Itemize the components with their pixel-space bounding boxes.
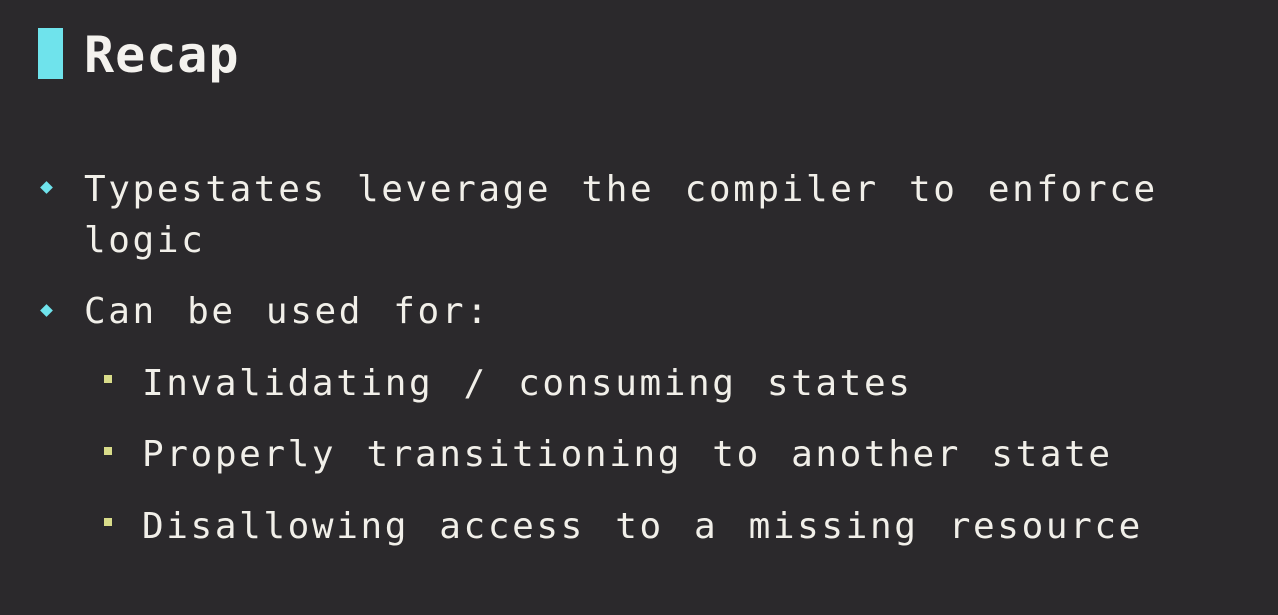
bullet-diamond-icon: [40, 181, 53, 194]
bullet-item-1-line-2: logic: [84, 220, 206, 261]
bullet-item-2: Can be used for:: [84, 291, 491, 332]
sub-bullet-item-1: Invalidating / consuming states: [142, 363, 913, 404]
sub-bullet-square-icon: [104, 375, 112, 383]
slide-title: Recap: [84, 26, 240, 84]
slide: Recap Typestates leverage the compiler t…: [0, 0, 1278, 615]
sub-bullet-square-icon: [104, 447, 112, 455]
title-accent-bar: [38, 28, 63, 79]
sub-bullet-item-2: Properly transitioning to another state: [142, 434, 1113, 475]
bullet-item-1-line-1: Typestates leverage the compiler to enfo…: [84, 169, 1158, 210]
sub-bullet-square-icon: [104, 518, 112, 526]
bullet-diamond-icon: [40, 304, 53, 317]
sub-bullet-item-3: Disallowing access to a missing resource: [142, 506, 1143, 547]
